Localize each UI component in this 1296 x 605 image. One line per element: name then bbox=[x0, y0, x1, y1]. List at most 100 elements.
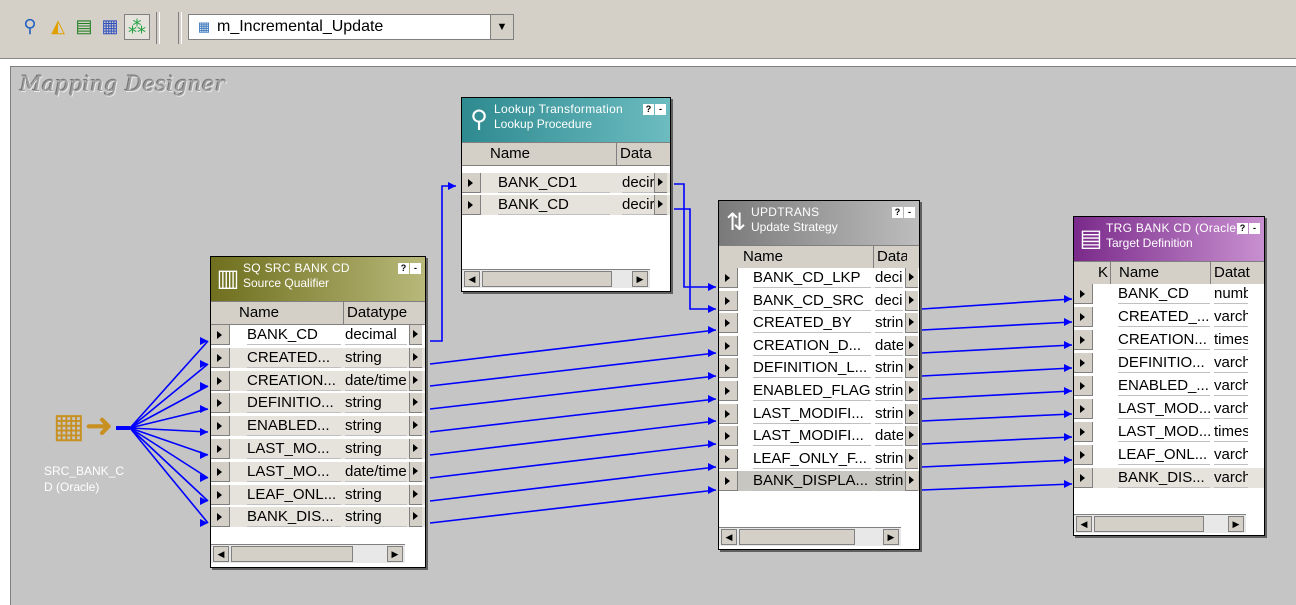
row-selector-icon[interactable] bbox=[719, 290, 738, 311]
port-row[interactable]: LAST_MOD... varch bbox=[1074, 399, 1264, 419]
port-row[interactable]: LEAF_ONL... varch bbox=[1074, 445, 1264, 465]
row-selector-icon[interactable] bbox=[211, 484, 230, 505]
row-selector-icon[interactable] bbox=[1074, 445, 1093, 465]
help-icon[interactable]: ? bbox=[892, 207, 903, 218]
column-header-name[interactable]: Name bbox=[1110, 262, 1209, 284]
row-selector-icon[interactable] bbox=[1074, 376, 1093, 396]
row-selector-icon[interactable] bbox=[211, 393, 230, 414]
output-port-icon[interactable] bbox=[409, 416, 422, 437]
column-header-datatype[interactable]: Data bbox=[616, 143, 656, 165]
port-row[interactable]: ENABLED... string bbox=[211, 416, 425, 437]
target-designer-icon[interactable]: ▤ bbox=[72, 14, 96, 38]
port-row[interactable]: BANK_DIS... varch bbox=[1074, 468, 1264, 488]
row-selector-icon[interactable] bbox=[211, 461, 230, 482]
output-port-icon[interactable] bbox=[409, 325, 422, 345]
row-selector-icon[interactable] bbox=[719, 381, 738, 401]
scroll-left-icon[interactable]: ◀ bbox=[721, 529, 737, 545]
output-port-icon[interactable] bbox=[409, 393, 422, 414]
port-row[interactable]: LAST_MOD...timest bbox=[1074, 422, 1264, 442]
horizontal-scrollbar[interactable]: ◀ ▶ bbox=[462, 269, 650, 288]
row-selector-icon[interactable] bbox=[719, 335, 738, 356]
row-selector-icon[interactable] bbox=[719, 268, 738, 288]
row-selector-icon[interactable] bbox=[211, 507, 230, 528]
output-port-icon[interactable] bbox=[905, 381, 918, 401]
source-qualifier-box[interactable]: ▥ SQ SRC BANK CD Source Qualifier ? - Nam… bbox=[210, 256, 426, 568]
port-row[interactable]: DEFINITIO... string bbox=[211, 393, 425, 414]
port-row[interactable]: BANK_DISPLA...string bbox=[719, 471, 919, 492]
row-selector-icon[interactable] bbox=[462, 195, 481, 215]
port-row[interactable]: BANK_CD decir bbox=[462, 195, 670, 215]
output-port-icon[interactable] bbox=[409, 439, 422, 459]
scroll-right-icon[interactable]: ▶ bbox=[883, 529, 899, 545]
column-header-name[interactable]: Name bbox=[743, 246, 783, 268]
output-port-icon[interactable] bbox=[409, 370, 422, 391]
source-qualifier-header[interactable]: ▥ SQ SRC BANK CD Source Qualifier ? - bbox=[211, 257, 425, 301]
horizontal-scrollbar[interactable]: ◀ ▶ bbox=[211, 544, 405, 563]
output-port-icon[interactable] bbox=[409, 507, 422, 528]
chevron-down-icon[interactable]: ▼ bbox=[490, 15, 513, 39]
row-selector-icon[interactable] bbox=[719, 448, 738, 469]
column-header-key[interactable]: K bbox=[1098, 262, 1108, 284]
row-selector-icon[interactable] bbox=[1074, 284, 1093, 304]
scroll-thumb[interactable] bbox=[739, 529, 855, 545]
scroll-right-icon[interactable]: ▶ bbox=[1228, 516, 1244, 532]
port-row[interactable]: ENABLED_FLAGstring bbox=[719, 381, 919, 401]
port-row[interactable]: LAST_MO... string bbox=[211, 439, 425, 459]
row-selector-icon[interactable] bbox=[211, 439, 230, 459]
output-port-icon[interactable] bbox=[409, 347, 422, 368]
output-port-icon[interactable] bbox=[905, 268, 918, 288]
port-row[interactable]: CREATION...timest bbox=[1074, 330, 1264, 350]
port-row[interactable]: BANK_CD decimal bbox=[211, 325, 425, 345]
scroll-thumb[interactable] bbox=[482, 271, 612, 287]
minimize-icon[interactable]: - bbox=[410, 263, 421, 274]
column-header-datatype[interactable]: Data bbox=[873, 246, 907, 268]
column-header-name[interactable]: Name bbox=[490, 143, 530, 165]
row-selector-icon[interactable] bbox=[719, 471, 738, 492]
row-selector-icon[interactable] bbox=[719, 313, 738, 334]
help-icon[interactable]: ? bbox=[643, 104, 654, 115]
mapping-selector[interactable]: ▦ m_Incremental_Update ▼ bbox=[188, 14, 514, 40]
horizontal-scrollbar[interactable]: ◀ ▶ bbox=[719, 527, 901, 546]
column-header-name[interactable]: Name bbox=[239, 302, 279, 324]
port-row[interactable]: LAST_MODIFI...string bbox=[719, 403, 919, 424]
output-port-icon[interactable] bbox=[905, 313, 918, 334]
row-selector-icon[interactable] bbox=[719, 403, 738, 424]
row-selector-icon[interactable] bbox=[719, 426, 738, 447]
port-row[interactable]: CREATED_BYstring bbox=[719, 313, 919, 334]
port-row[interactable]: ENABLED_... varch bbox=[1074, 376, 1264, 396]
output-port-icon[interactable] bbox=[654, 173, 667, 193]
column-header-datatype[interactable]: Datatype bbox=[343, 302, 409, 324]
scroll-left-icon[interactable]: ◀ bbox=[464, 271, 480, 287]
output-port-icon[interactable] bbox=[654, 195, 667, 215]
update-strategy-box[interactable]: ⇅ UPDTRANS Update Strategy ? - Name Data … bbox=[718, 200, 920, 550]
port-row[interactable]: LAST_MODIFI... date bbox=[719, 426, 919, 447]
transformation-developer-icon[interactable]: ▦ bbox=[98, 14, 122, 38]
help-icon[interactable]: ? bbox=[1237, 223, 1248, 234]
port-row[interactable]: DEFINITIO... varch bbox=[1074, 353, 1264, 373]
source-analyzer-icon[interactable]: ◭ bbox=[46, 14, 70, 38]
port-row[interactable]: LEAF_ONL... string bbox=[211, 484, 425, 505]
row-selector-icon[interactable] bbox=[1074, 468, 1093, 488]
output-port-icon[interactable] bbox=[905, 358, 918, 379]
row-selector-icon[interactable] bbox=[462, 173, 481, 193]
port-row[interactable]: CREATED... string bbox=[211, 347, 425, 368]
update-strategy-header[interactable]: ⇅ UPDTRANS Update Strategy ? - bbox=[719, 201, 919, 245]
target-definition-box[interactable]: ▤ TRG BANK CD (Oracle) Target Definition… bbox=[1073, 216, 1265, 536]
port-row[interactable]: BANK_CDnumbe bbox=[1074, 284, 1264, 304]
mapping-designer-icon[interactable]: ⁂ bbox=[124, 14, 150, 40]
row-selector-icon[interactable] bbox=[1074, 399, 1093, 419]
scroll-left-icon[interactable]: ◀ bbox=[1076, 516, 1092, 532]
port-row[interactable]: LEAF_ONLY_F...string bbox=[719, 448, 919, 469]
row-selector-icon[interactable] bbox=[211, 325, 230, 345]
output-port-icon[interactable] bbox=[905, 335, 918, 356]
output-port-icon[interactable] bbox=[905, 403, 918, 424]
minimize-icon[interactable]: - bbox=[904, 207, 915, 218]
output-port-icon[interactable] bbox=[905, 290, 918, 311]
port-row[interactable]: CREATION... date/time bbox=[211, 370, 425, 391]
row-selector-icon[interactable] bbox=[1074, 307, 1093, 327]
lookup-header[interactable]: ⚲ Lookup Transformation Lookup Procedure… bbox=[462, 98, 670, 142]
row-selector-icon[interactable] bbox=[1074, 422, 1093, 442]
scroll-right-icon[interactable]: ▶ bbox=[387, 546, 403, 562]
horizontal-scrollbar[interactable]: ◀ ▶ bbox=[1074, 514, 1246, 533]
output-port-icon[interactable] bbox=[905, 471, 918, 492]
